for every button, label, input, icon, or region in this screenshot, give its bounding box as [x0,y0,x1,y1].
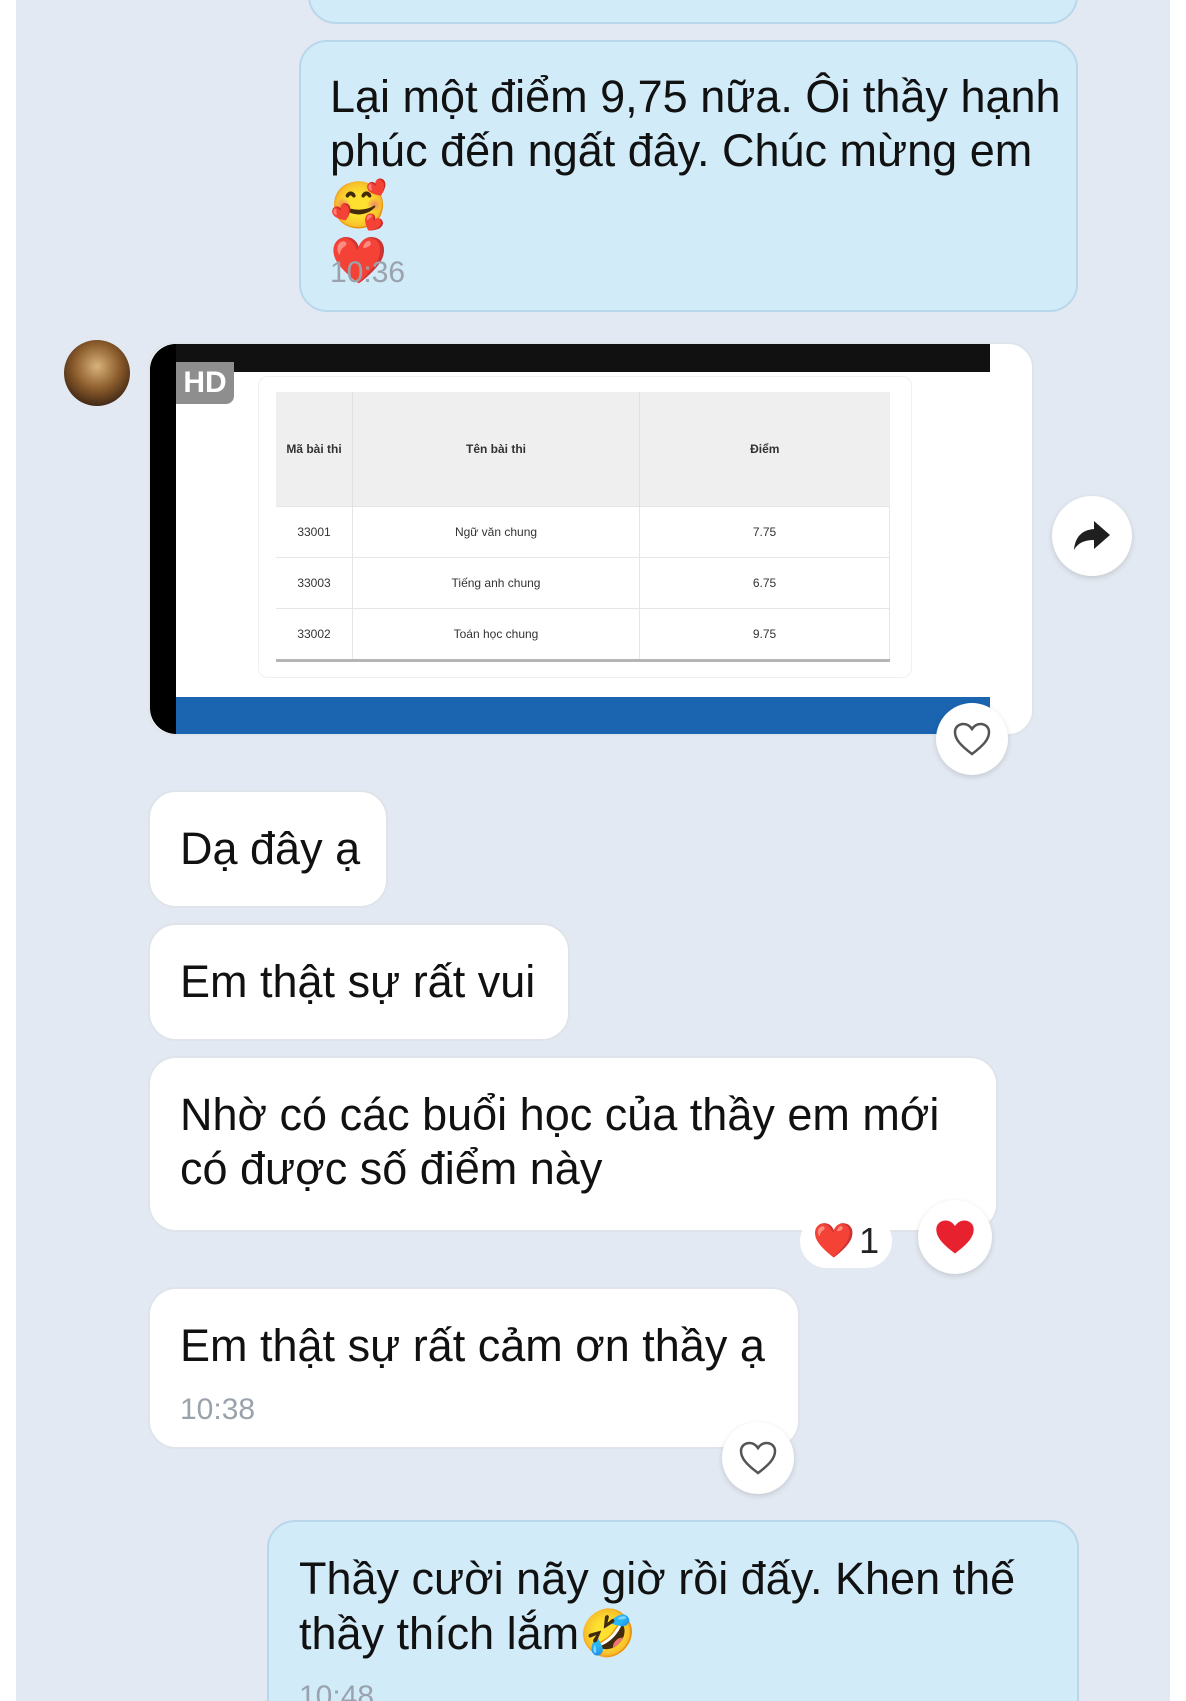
table-cell: 9.75 [639,608,890,662]
table-row: 33003 Tiếng anh chung 6.75 [276,557,890,609]
table-row: 33002 Toán học chung 9.75 [276,608,890,662]
smiling-face-with-hearts-icon: 🥰 [330,178,388,232]
red-heart-icon [936,1220,974,1254]
score-screenshot[interactable]: HD Mã bài thi Tên bài thi Điểm 33001 Ngữ… [150,344,990,734]
rolling-laughing-face-icon: 🤣 [579,1606,637,1660]
message-text: Em thật sự rất vui [180,956,536,1007]
chat-background: Lại một điểm 9,75 nữa. Ôi thầy hạnh phúc… [16,0,1170,1701]
message-text: Em thật sự rất cảm ơn thầy ạ [180,1320,765,1371]
message-timestamp: 10:38 [180,1393,256,1426]
table-cell: 33003 [276,557,353,609]
table-cell: 33002 [276,608,353,662]
heart-outline-icon [739,1441,777,1475]
table-row: 33001 Ngữ văn chung 7.75 [276,506,890,558]
message-text: Nhờ có các buổi học của thầy em mới có đ… [180,1089,940,1194]
screenshot-top-bar [150,344,990,372]
score-table: Mã bài thi Tên bài thi Điểm 33001 Ngữ vă… [276,392,890,662]
sent-message-bubble[interactable]: Thầy cười nãy giờ rồi đấy. Khen thế thầy… [267,1520,1079,1701]
table-cell: 7.75 [639,506,890,558]
table-header-cell: Mã bài thi [276,392,353,507]
message-text: Lại một điểm 9,75 nữa. Ôi thầy hạnh phúc… [330,71,1061,287]
hd-badge: HD [176,362,234,404]
table-cell: 33001 [276,506,353,558]
message-text: Dạ đây ạ [180,823,361,874]
like-button[interactable] [936,703,1008,775]
table-header-cell: Tên bài thi [352,392,640,507]
image-message[interactable]: HD Mã bài thi Tên bài thi Điểm 33001 Ngữ… [148,342,1034,736]
like-button[interactable] [722,1422,794,1494]
table-cell: Toán học chung [352,608,640,662]
reaction-count: 1 [859,1220,880,1261]
table-cell: Ngữ văn chung [352,506,640,558]
message-timestamp: 10:36 [330,256,406,289]
sent-message-bubble[interactable]: Lại một điểm 9,75 nữa. Ôi thầy hạnh phúc… [299,40,1078,312]
screenshot-left-bar [150,344,176,734]
table-header-row: Mã bài thi Tên bài thi Điểm [276,392,890,507]
table-header-cell: Điểm [639,392,890,507]
forward-arrow-icon [1074,521,1110,550]
screenshot-bottom-bar [176,697,990,734]
message-text: Thầy cười nãy giờ rồi đấy. Khen thế thầy… [299,1553,1016,1660]
message-timestamp: 10:48 [299,1680,375,1701]
received-message-bubble[interactable]: Em thật sự rất cảm ơn thầy ạ 10:38 [148,1287,800,1449]
sender-avatar[interactable] [64,340,130,406]
reaction-summary[interactable]: ❤️ 1 [800,1214,892,1268]
table-cell: 6.75 [639,557,890,609]
sent-bubble-partial[interactable] [308,0,1078,24]
table-cell: Tiếng anh chung [352,557,640,609]
red-heart-icon: ❤️ [812,1221,856,1261]
heart-reaction-button[interactable] [918,1200,992,1274]
received-message-bubble[interactable]: Nhờ có các buổi học của thầy em mới có đ… [148,1056,998,1232]
received-message-bubble[interactable]: Dạ đây ạ [148,790,388,908]
heart-outline-icon [953,722,991,756]
received-message-bubble[interactable]: Em thật sự rất vui [148,923,570,1041]
forward-button[interactable] [1052,496,1132,576]
